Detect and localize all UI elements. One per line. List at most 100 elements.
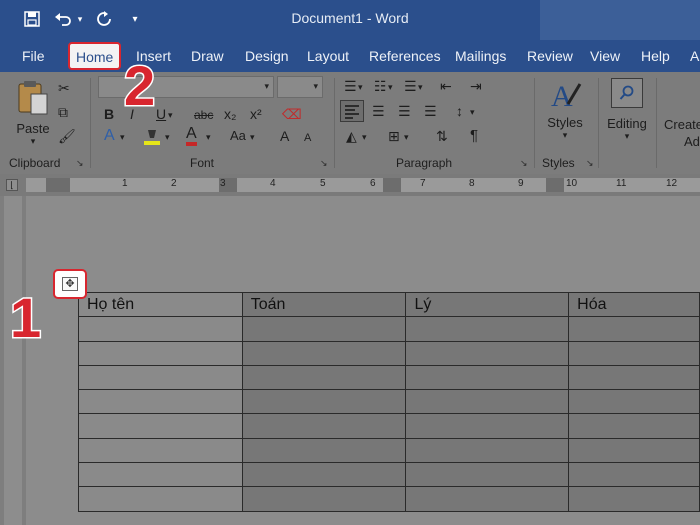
font-launcher-icon[interactable]: ↘	[320, 158, 328, 169]
vertical-ruler[interactable]	[0, 196, 26, 525]
tab-design[interactable]: Design	[245, 40, 289, 72]
font-size-combo[interactable]: ▾	[277, 76, 323, 98]
table-cell[interactable]	[405, 340, 570, 366]
tab-selector-icon[interactable]: ⌊	[6, 179, 18, 191]
tab-references[interactable]: References	[369, 40, 441, 72]
table-cell[interactable]	[241, 340, 407, 366]
styles-dropdown-icon[interactable]: ▾	[542, 130, 588, 141]
table-cell[interactable]	[78, 437, 243, 464]
clear-formatting-icon[interactable]: ⌫	[282, 106, 302, 122]
show-formatting-button[interactable]: ¶	[470, 128, 478, 144]
bold-button[interactable]: B	[104, 106, 114, 122]
document-table[interactable]: Họ tên Toán Lý Hóa	[78, 291, 700, 512]
table-cell[interactable]	[78, 486, 243, 512]
decrease-indent-icon[interactable]: ⇤	[440, 78, 452, 94]
text-effects-dropdown-icon[interactable]: ▾	[120, 129, 125, 145]
table-cell[interactable]	[241, 364, 407, 391]
bullets-dropdown-icon[interactable]: ▾	[358, 79, 363, 95]
cut-icon[interactable]: ✂	[58, 80, 70, 96]
table-cell[interactable]	[78, 316, 243, 342]
styles-launcher-icon[interactable]: ↘	[586, 158, 594, 169]
table-cell[interactable]	[241, 316, 407, 342]
table-cell[interactable]	[78, 340, 243, 366]
table-cell[interactable]	[405, 389, 570, 415]
underline-dropdown-icon[interactable]: ▾	[168, 107, 173, 123]
justify-icon[interactable]: ☰	[424, 103, 437, 119]
table-cell[interactable]	[568, 413, 700, 439]
numbering-icon[interactable]: ☷	[374, 78, 387, 94]
numbering-dropdown-icon[interactable]: ▾	[388, 79, 393, 95]
tab-review[interactable]: Review	[527, 40, 573, 72]
tab-home[interactable]: Home	[68, 42, 122, 70]
align-center-icon[interactable]: ☰	[372, 103, 385, 119]
table-header-cell[interactable]: Hóa	[568, 291, 700, 318]
superscript-button[interactable]: x²	[250, 106, 262, 122]
table-cell[interactable]	[568, 389, 700, 415]
highlight-color-icon[interactable]	[142, 128, 162, 149]
paragraph-launcher-icon[interactable]: ↘	[520, 158, 528, 169]
table-cell[interactable]	[405, 413, 570, 439]
table-cell[interactable]	[241, 462, 407, 488]
strikethrough-button[interactable]: abc	[194, 107, 213, 123]
create-adobe-pdf-button[interactable]: Create Ad	[664, 116, 700, 150]
editing-dropdown-icon[interactable]: ▾	[604, 131, 650, 142]
table-cell[interactable]	[568, 364, 700, 391]
tab-draw[interactable]: Draw	[191, 40, 224, 72]
shading-icon[interactable]: ◭	[346, 128, 357, 144]
table-cell[interactable]	[78, 389, 243, 415]
align-right-icon[interactable]: ☰	[398, 103, 411, 119]
line-spacing-dropdown-icon[interactable]: ▾	[470, 104, 475, 120]
table-cell[interactable]	[405, 486, 570, 512]
bullets-icon[interactable]: ☰	[344, 78, 357, 94]
table-header-cell[interactable]: Lý	[405, 291, 570, 318]
align-left-button[interactable]	[340, 100, 364, 122]
table-cell[interactable]	[78, 413, 243, 439]
clipboard-launcher-icon[interactable]: ↘	[76, 158, 84, 169]
table-cell[interactable]	[568, 462, 700, 488]
highlight-dropdown-icon[interactable]: ▾	[165, 129, 170, 145]
table-cell[interactable]	[405, 437, 570, 464]
line-spacing-icon[interactable]: ↕	[456, 103, 463, 119]
borders-icon[interactable]: ⊞	[388, 128, 400, 144]
shading-dropdown-icon[interactable]: ▾	[362, 129, 367, 145]
change-case-button[interactable]: Aa	[230, 128, 246, 144]
sort-icon[interactable]: ⇅	[436, 128, 448, 144]
styles-button[interactable]: A Styles ▾	[542, 78, 588, 154]
table-cell[interactable]	[568, 340, 700, 366]
tab-overflow[interactable]: A	[690, 40, 699, 72]
underline-button[interactable]: U	[156, 106, 166, 122]
text-effects-button[interactable]: A	[104, 128, 115, 144]
table-cell[interactable]	[241, 437, 407, 464]
table-header-cell[interactable]: Họ tên	[78, 291, 243, 318]
borders-dropdown-icon[interactable]: ▾	[404, 129, 409, 145]
format-painter-icon[interactable]: 🖌	[58, 128, 76, 144]
increase-indent-icon[interactable]: ⇥	[470, 78, 482, 94]
table-cell[interactable]	[241, 413, 407, 439]
table-cell[interactable]	[78, 462, 243, 488]
shrink-font-button[interactable]: A	[304, 130, 311, 146]
tab-view[interactable]: View	[590, 40, 620, 72]
table-cell[interactable]	[568, 316, 700, 342]
table-cell[interactable]	[405, 462, 570, 488]
table-cell[interactable]	[241, 389, 407, 415]
table-cell[interactable]	[568, 486, 700, 512]
table-cell[interactable]	[241, 486, 407, 512]
font-color-button[interactable]: A	[186, 126, 197, 146]
tab-file[interactable]: File	[22, 40, 45, 72]
tab-layout[interactable]: Layout	[307, 40, 349, 72]
font-color-dropdown-icon[interactable]: ▾	[206, 129, 211, 145]
subscript-button[interactable]: x₂	[224, 106, 236, 122]
editing-button[interactable]: Editing ▾	[604, 78, 650, 154]
table-move-handle[interactable]: ✥	[53, 269, 87, 299]
change-case-dropdown-icon[interactable]: ▾	[250, 129, 255, 145]
paste-dropdown-icon[interactable]: ▾	[12, 136, 54, 147]
paste-button[interactable]: Paste ▾	[12, 78, 54, 148]
tab-mailings[interactable]: Mailings	[455, 40, 506, 72]
table-header-cell[interactable]: Toán	[241, 291, 407, 318]
table-cell[interactable]	[405, 364, 570, 391]
table-cell[interactable]	[405, 316, 570, 342]
grow-font-button[interactable]: A	[280, 128, 289, 144]
tab-help[interactable]: Help	[641, 40, 670, 72]
copy-icon[interactable]: ⧉	[58, 104, 68, 120]
horizontal-ruler[interactable]: 1 2 3 4 5 6 7 8 9 10 11 12	[26, 178, 700, 192]
